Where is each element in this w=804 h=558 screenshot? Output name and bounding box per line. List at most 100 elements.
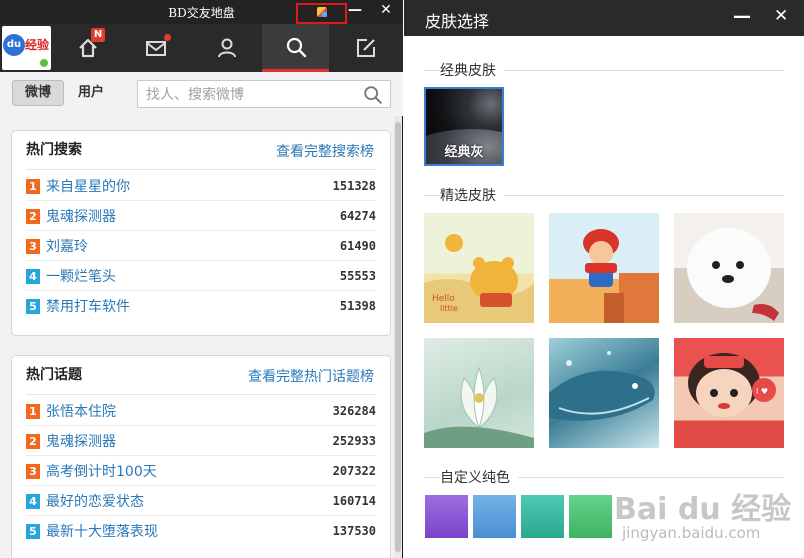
item-count: 326284: [332, 404, 376, 418]
skin-thumbnail-whale[interactable]: [549, 338, 659, 448]
hot-topics-title: 热门话题: [26, 367, 82, 383]
hot-search-card: 热门搜索 查看完整搜索榜 1 来自星星的你 151328 2 鬼魂探测器 642…: [11, 130, 391, 336]
item-count: 151328: [332, 179, 376, 193]
rank-badge: 4: [26, 269, 40, 284]
title-bar: BD交友地盘 — ✕: [0, 0, 403, 24]
skin-classic-gray[interactable]: 经典灰: [424, 87, 504, 166]
rank-badge: 3: [26, 239, 40, 254]
list-item[interactable]: 1 来自星星的你 151328: [26, 171, 376, 201]
item-text[interactable]: 最新十大堕落表现: [46, 521, 158, 541]
skin-thumbnail-puppy[interactable]: [674, 213, 784, 323]
watermark-logo: Bai du 经验: [614, 492, 792, 527]
cartoon-girl-illustration: I ♥: [688, 353, 776, 417]
compose-icon: [356, 39, 375, 57]
list-item[interactable]: 4 最好的恋爱状态 160714: [26, 486, 376, 516]
discover-content: 热门搜索 查看完整搜索榜 1 来自星星的你 151328 2 鬼魂探测器 642…: [0, 116, 394, 558]
classic-skins-label: 经典皮肤: [440, 60, 504, 80]
list-item[interactable]: 4 一颗烂笔头 55553: [26, 261, 376, 291]
rank-badge: 1: [26, 404, 40, 419]
rank-badge: 2: [26, 434, 40, 449]
hot-search-link[interactable]: 查看完整搜索榜: [276, 141, 374, 161]
avatar[interactable]: du 经验: [2, 26, 51, 70]
item-text[interactable]: 最好的恋爱状态: [46, 491, 144, 511]
item-text[interactable]: 高考倒计时100天: [46, 461, 157, 481]
color-swatch-purple[interactable]: [425, 495, 468, 538]
nav-search[interactable]: [262, 24, 329, 72]
item-text[interactable]: 禁用打车软件: [46, 296, 130, 316]
rank-badge: 5: [26, 524, 40, 539]
mario-illustration: [583, 229, 659, 323]
item-count: 61490: [339, 239, 376, 253]
online-status-dot: [39, 58, 49, 68]
item-count: 160714: [332, 494, 376, 508]
search-icon: [286, 37, 306, 57]
person-icon: [217, 38, 236, 58]
list-item[interactable]: 2 鬼魂探测器 64274: [26, 201, 376, 231]
list-item[interactable]: 5 禁用打车软件 51398: [26, 291, 376, 321]
nav-messages[interactable]: [122, 24, 189, 72]
item-count: 137530: [332, 524, 376, 538]
skin-thumbnail-pooh[interactable]: Hello little: [424, 213, 534, 323]
puppy-illustration: [687, 228, 779, 321]
svg-text:little: little: [440, 304, 458, 313]
search-box[interactable]: [137, 80, 391, 108]
item-count: 51398: [339, 299, 376, 313]
item-count: 64274: [339, 209, 376, 223]
search-input[interactable]: [146, 85, 356, 105]
rank-badge: 4: [26, 494, 40, 509]
divider: [26, 169, 376, 170]
color-swatch-teal[interactable]: [521, 495, 564, 538]
nav-compose[interactable]: [332, 24, 399, 72]
item-text[interactable]: 来自星星的你: [46, 176, 130, 196]
skin-thumbnail-cartoon-girl[interactable]: I ♥: [674, 338, 784, 448]
minimize-icon[interactable]: —: [348, 2, 362, 20]
avatar-du: du: [3, 34, 25, 56]
search-icon[interactable]: [362, 84, 384, 106]
avatar-jy: 经验: [25, 38, 50, 52]
home-new-badge: N: [91, 28, 105, 42]
skin-thumbnail-lotus[interactable]: [424, 338, 534, 448]
svg-text:Hello: Hello: [432, 294, 455, 304]
close-icon[interactable]: ✕: [378, 2, 394, 20]
weibo-client-window: BD交友地盘 — ✕ du 经验 N 微博 用户 找人、搜索微博 热门搜索 查看…: [0, 0, 403, 558]
list-item[interactable]: 3 高考倒计时100天 207322: [26, 456, 376, 486]
rank-badge: 3: [26, 464, 40, 479]
svg-text:I ♥: I ♥: [756, 387, 768, 396]
item-text[interactable]: 鬼魂探测器: [46, 206, 116, 226]
color-swatch-blue[interactable]: [473, 495, 516, 538]
item-text[interactable]: 一颗烂笔头: [46, 266, 116, 286]
tab-user[interactable]: 用户: [68, 80, 114, 106]
rank-badge: 1: [26, 179, 40, 194]
skin-classic-label: 经典灰: [444, 145, 484, 160]
hot-topics-card: 热门话题 查看完整热门话题榜 1 张悟本住院 326284 2 鬼魂探测器 25…: [11, 355, 391, 558]
item-count: 207322: [332, 464, 376, 478]
list-item[interactable]: 5 最新十大堕落表现 137530: [26, 516, 376, 546]
custom-colors-label: 自定义纯色: [440, 467, 518, 487]
list-item[interactable]: 1 张悟本住院 326284: [26, 396, 376, 426]
hot-search-title: 热门搜索: [26, 142, 82, 158]
nav-profile[interactable]: [193, 24, 260, 72]
minimize-icon[interactable]: —: [733, 6, 751, 27]
message-badge-dot: [164, 34, 171, 41]
hot-topics-link[interactable]: 查看完整热门话题榜: [248, 366, 374, 386]
close-icon[interactable]: ✕: [774, 6, 788, 26]
list-item[interactable]: 3 刘嘉玲 61490: [26, 231, 376, 261]
scrollbar-thumb[interactable]: [395, 122, 401, 552]
skin-icon[interactable]: [317, 7, 327, 17]
skin-selector-window: 皮肤选择 — ✕ 经典皮肤 经典灰 精选皮肤 Hello little I ♥ …: [404, 0, 804, 558]
color-swatch-green[interactable]: [569, 495, 612, 538]
item-text[interactable]: 鬼魂探测器: [46, 431, 116, 451]
nav-home[interactable]: N: [54, 24, 121, 72]
tab-weibo[interactable]: 微博: [12, 80, 64, 106]
list-item[interactable]: 2 鬼魂探测器 252933: [26, 426, 376, 456]
featured-skins-label: 精选皮肤: [440, 185, 504, 205]
whale-illustration: [549, 351, 655, 421]
skin-button-highlight[interactable]: [296, 3, 347, 24]
pooh-illustration: Hello little: [424, 234, 534, 323]
divider: [26, 394, 376, 395]
item-text[interactable]: 张悟本住院: [46, 401, 116, 421]
skin-thumbnail-mario[interactable]: [549, 213, 659, 323]
skin-title-bar: 皮肤选择 — ✕: [404, 0, 804, 36]
item-text[interactable]: 刘嘉玲: [46, 236, 88, 256]
scrollbar[interactable]: [394, 116, 402, 558]
